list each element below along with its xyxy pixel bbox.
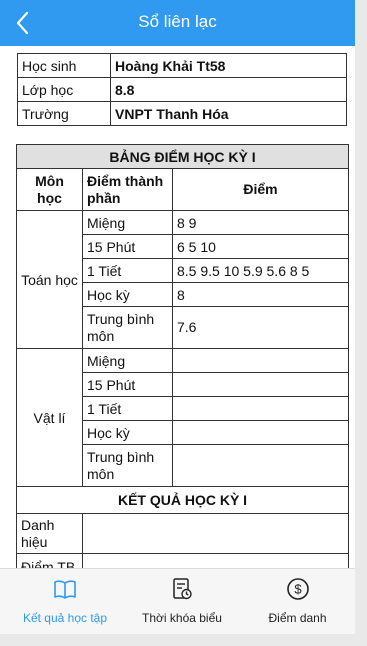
component-label: Trung bình môn xyxy=(82,444,173,487)
grade-section-title: BẢNG ĐIỂM HỌC KỲ I xyxy=(15,144,350,169)
component-label: Miệng xyxy=(82,348,173,373)
nav-item-attendance[interactable]: $ Điểm danh xyxy=(240,569,355,635)
col-head-component: Điểm thành phần xyxy=(82,168,173,211)
score-value xyxy=(171,348,350,373)
subject-name: Toán học xyxy=(16,210,83,349)
col-head-score: Điểm xyxy=(171,168,350,211)
subject-name: Vật lí xyxy=(16,348,83,487)
score-value: 7.6 xyxy=(171,306,350,349)
bottom-nav: Kết quả học tập Thời khóa biểu $ Điểm da… xyxy=(0,568,355,634)
score-value xyxy=(171,444,350,487)
table-row: Danh hiệu xyxy=(16,513,350,554)
content-area[interactable]: Học sinh Hoàng Khải Tt58 Lớp học 8.8 Trư… xyxy=(0,46,355,568)
schedule-icon xyxy=(173,578,192,600)
table-row: Điểm TB xyxy=(16,553,350,568)
nav-label: Điểm danh xyxy=(268,611,327,625)
score-value: 8 9 xyxy=(171,210,350,235)
dollar-circle-icon: $ xyxy=(286,578,309,600)
component-label: 15 Phút xyxy=(82,234,173,259)
nav-label: Kết quả học tập xyxy=(22,611,108,625)
info-row-student: Học sinh Hoàng Khải Tt58 xyxy=(17,53,347,78)
component-label: 15 Phút xyxy=(82,372,173,397)
table-row: Vật lí Miệng xyxy=(16,348,350,487)
nav-label: Thời khóa biểu xyxy=(142,611,222,625)
info-value: 8.8 xyxy=(110,77,347,102)
score-value xyxy=(171,372,350,397)
nav-item-results[interactable]: Kết quả học tập xyxy=(0,569,130,635)
component-label: Học kỳ xyxy=(82,420,173,445)
score-value: 6 5 10 xyxy=(171,234,350,259)
info-value: Hoàng Khải Tt58 xyxy=(110,53,347,78)
component-label: Trung bình môn xyxy=(82,306,173,349)
col-head-subject: Môn học xyxy=(16,168,83,211)
component-label: 1 Tiết xyxy=(82,258,173,283)
bottom-margin xyxy=(0,634,367,646)
top-bar: Sổ liên lạc xyxy=(0,0,355,46)
table-row: Toán học Miệng 8 9 xyxy=(16,210,350,349)
score-value: 8.5 9.5 10 5.9 5.6 8 5 xyxy=(171,258,350,283)
component-label: Miệng xyxy=(82,210,173,235)
info-label: Học sinh xyxy=(17,53,111,78)
app-screen: Sổ liên lạc Học sinh Hoàng Khải Tt58 Lớp… xyxy=(0,0,355,646)
result-value xyxy=(81,513,350,554)
page-title: Sổ liên lạc xyxy=(138,12,217,31)
info-label: Trường xyxy=(17,101,111,126)
open-book-icon xyxy=(54,580,76,599)
results-section-title: KẾT QUẢ HỌC KỲ I xyxy=(15,486,350,514)
component-label: Học kỳ xyxy=(82,282,173,307)
score-value xyxy=(171,396,350,421)
result-label: Danh hiệu xyxy=(16,513,83,554)
svg-text:$: $ xyxy=(294,582,302,597)
nav-item-timetable[interactable]: Thời khóa biểu xyxy=(120,569,244,635)
info-row-school: Trường VNPT Thanh Hóa xyxy=(17,101,347,126)
info-row-class: Lớp học 8.8 xyxy=(17,77,347,102)
component-label: 1 Tiết xyxy=(82,396,173,421)
result-label: Điểm TB xyxy=(16,553,83,568)
info-label: Lớp học xyxy=(17,77,111,102)
score-value xyxy=(171,420,350,445)
student-info-table: Học sinh Hoàng Khải Tt58 Lớp học 8.8 Trư… xyxy=(17,53,347,126)
score-value: 8 xyxy=(171,282,350,307)
result-value xyxy=(81,553,350,568)
side-margin xyxy=(355,0,367,646)
info-value: VNPT Thanh Hóa xyxy=(110,101,347,126)
grade-table: BẢNG ĐIỂM HỌC KỲ I Môn học Điểm thành ph… xyxy=(15,144,350,568)
